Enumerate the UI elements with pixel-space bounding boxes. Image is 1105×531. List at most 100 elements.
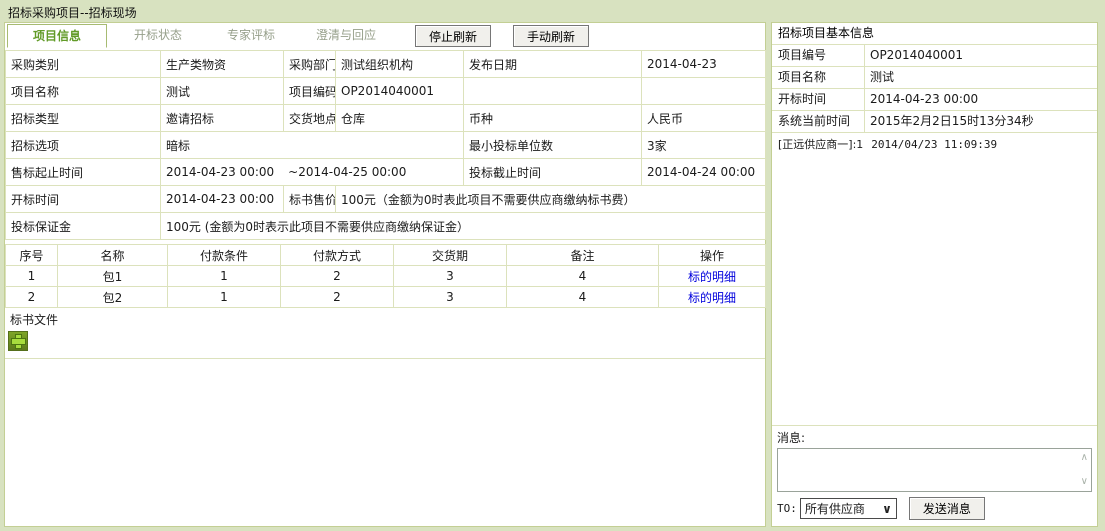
- package-table: 序号 名称 付款条件 付款方式 交货期 备注 操作 1 包1 1 2 3 4 标…: [5, 244, 766, 308]
- col-header-action: 操作: [659, 245, 766, 266]
- currency-label: 币种: [464, 105, 642, 132]
- rp-row-project-no: 项目编号 OP2014040001: [772, 45, 1097, 67]
- recipient-selected-value: 所有供应商: [805, 500, 865, 517]
- page-title: 招标采购项目--招标现场: [8, 4, 137, 21]
- open-time-label: 开标时间: [6, 186, 161, 213]
- pkg-no: 2: [6, 287, 58, 308]
- deposit-label: 投标保证金: [6, 213, 161, 240]
- project-code-value: OP2014040001: [336, 78, 464, 105]
- plus-icon: [12, 339, 25, 344]
- pkg-name: 包1: [58, 266, 168, 287]
- system-time-value: 2015年2月2日15时13分34秒: [865, 111, 1097, 132]
- purchase-dept-value: 测试组织机构: [336, 51, 464, 78]
- sale-period-value: 2014-04-23 00:00~2014-04-25 00:00: [161, 159, 464, 186]
- tab-clarify-response[interactable]: 澄清与回应: [297, 24, 395, 48]
- bid-type-value: 邀请招标: [161, 105, 284, 132]
- stop-refresh-button[interactable]: 停止刷新: [415, 25, 491, 47]
- add-file-button[interactable]: [8, 331, 28, 351]
- open-time-value: 2014-04-23 00:00: [865, 89, 1097, 110]
- message-label: 消息:: [777, 429, 1092, 446]
- sale-period-label: 售标起止时间: [6, 159, 161, 186]
- chevron-down-icon: ∨: [882, 502, 892, 516]
- system-time-label: 系统当前时间: [772, 111, 865, 132]
- min-bidders-value: 3家: [642, 132, 766, 159]
- col-header-delivery: 交货期: [394, 245, 507, 266]
- project-name-value: 测试: [865, 67, 1097, 88]
- manual-refresh-button[interactable]: 手动刷新: [513, 25, 589, 47]
- message-input[interactable]: [778, 449, 1078, 491]
- rp-row-project-name: 项目名称 测试: [772, 67, 1097, 89]
- to-label: TO:: [777, 502, 797, 515]
- pkg-pay-condition: 1: [168, 266, 281, 287]
- info-row-2: 项目名称 测试 项目编码 OP2014040001: [6, 78, 766, 105]
- pkg-name: 包2: [58, 287, 168, 308]
- project-code-label: 项目编码: [284, 78, 336, 105]
- log-timestamp: 2014/04/23 11:09:39: [871, 138, 997, 151]
- message-log: [正远供应商一]:1 2014/04/23 11:09:39: [772, 133, 1097, 426]
- info-row-5: 售标起止时间 2014-04-23 00:00~2014-04-25 00:00…: [6, 159, 766, 186]
- currency-value: 人民币: [642, 105, 766, 132]
- purchase-dept-label: 采购部门: [284, 51, 336, 78]
- tab-bar: 项目信息 开标状态 专家评标 澄清与回应 停止刷新 手动刷新: [5, 23, 765, 49]
- sale-start: 2014-04-23 00:00: [166, 165, 274, 179]
- message-section: 消息: ∧ ∨: [772, 426, 1097, 492]
- pkg-pay-method: 2: [281, 266, 394, 287]
- send-message-button[interactable]: 发送消息: [909, 497, 985, 520]
- bid-document-label: 标书文件: [5, 308, 765, 329]
- open-time-value: 2014-04-23 00:00: [161, 186, 284, 213]
- left-panel: 项目信息 开标状态 专家评标 澄清与回应 停止刷新 手动刷新 采购类别 生产类物…: [4, 22, 766, 527]
- info-row-4: 招标选项 暗标 最小投标单位数 3家: [6, 132, 766, 159]
- info-row-7: 投标保证金 100元 (金额为0时表示此项目不需要供应商缴纳保证金）: [6, 213, 766, 240]
- doc-price-value: 100元（金额为0时表此项目不需要供应商缴纳标书费）: [336, 186, 766, 213]
- tab-open-status[interactable]: 开标状态: [111, 24, 205, 48]
- bid-detail-link[interactable]: 标的明细: [688, 270, 736, 284]
- col-header-pay-condition: 付款条件: [168, 245, 281, 266]
- project-name-label: 项目名称: [6, 78, 161, 105]
- col-header-no: 序号: [6, 245, 58, 266]
- right-panel: 招标项目基本信息 项目编号 OP2014040001 项目名称 测试 开标时间 …: [771, 22, 1098, 527]
- bid-option-value: 暗标: [161, 132, 464, 159]
- project-info-table: 采购类别 生产类物资 采购部门 测试组织机构 发布日期 2014-04-23 项…: [5, 50, 766, 240]
- pkg-pay-method: 2: [281, 287, 394, 308]
- project-name-value: 测试: [161, 78, 284, 105]
- recipient-select[interactable]: 所有供应商 ∨: [800, 498, 897, 519]
- purchase-category-value: 生产类物资: [161, 51, 284, 78]
- pkg-remark: 4: [507, 266, 659, 287]
- info-row-3: 招标类型 邀请招标 交货地点 仓库 币种 人民币: [6, 105, 766, 132]
- delivery-place-label: 交货地点: [284, 105, 336, 132]
- log-supplier-entry: [正远供应商一]:1: [778, 138, 863, 151]
- empty-cell: [642, 78, 766, 105]
- bid-detail-link[interactable]: 标的明细: [688, 291, 736, 305]
- min-bidders-label: 最小投标单位数: [464, 132, 642, 159]
- pkg-delivery: 3: [394, 266, 507, 287]
- scroll-down-icon[interactable]: ∨: [1081, 477, 1088, 487]
- tab-project-info[interactable]: 项目信息: [7, 24, 107, 48]
- info-row-6: 开标时间 2014-04-23 00:00 标书售价 100元（金额为0时表此项…: [6, 186, 766, 213]
- package-header-row: 序号 名称 付款条件 付款方式 交货期 备注 操作: [6, 245, 766, 266]
- project-no-label: 项目编号: [772, 45, 865, 66]
- basic-info-title: 招标项目基本信息: [772, 23, 1097, 45]
- publish-date-label: 发布日期: [464, 51, 642, 78]
- bid-document-section: 标书文件: [5, 308, 765, 359]
- send-bar: TO: 所有供应商 ∨ 发送消息: [772, 492, 1097, 526]
- doc-price-label: 标书售价: [284, 186, 336, 213]
- table-row: 1 包1 1 2 3 4 标的明细: [6, 266, 766, 287]
- pkg-no: 1: [6, 266, 58, 287]
- pkg-action-cell: 标的明细: [659, 266, 766, 287]
- scroll-up-icon[interactable]: ∧: [1081, 453, 1088, 463]
- col-header-pay-method: 付款方式: [281, 245, 394, 266]
- empty-cell: [464, 78, 642, 105]
- info-row-1: 采购类别 生产类物资 采购部门 测试组织机构 发布日期 2014-04-23: [6, 51, 766, 78]
- tab-expert-eval[interactable]: 专家评标: [205, 24, 297, 48]
- publish-date-value: 2014-04-23: [642, 51, 766, 78]
- table-row: 2 包2 1 2 3 4 标的明细: [6, 287, 766, 308]
- pkg-delivery: 3: [394, 287, 507, 308]
- rp-row-system-time: 系统当前时间 2015年2月2日15时13分34秒: [772, 111, 1097, 133]
- delivery-place-value: 仓库: [336, 105, 464, 132]
- pkg-pay-condition: 1: [168, 287, 281, 308]
- project-name-label: 项目名称: [772, 67, 865, 88]
- purchase-category-label: 采购类别: [6, 51, 161, 78]
- pkg-remark: 4: [507, 287, 659, 308]
- rp-row-open-time: 开标时间 2014-04-23 00:00: [772, 89, 1097, 111]
- bid-type-label: 招标类型: [6, 105, 161, 132]
